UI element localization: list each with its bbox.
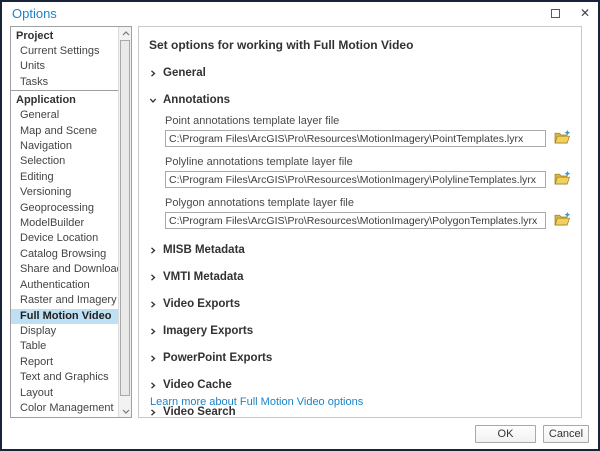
footer-buttons: OK Cancel [475, 425, 589, 443]
sidebar-item-tasks[interactable]: Tasks [11, 75, 118, 90]
sidebar-item-bim[interactable]: BIM [11, 416, 118, 417]
section-label: Imagery Exports [163, 325, 253, 337]
section-header-vmti-metadata[interactable]: VMTI Metadata [149, 271, 571, 283]
section-header-annotations[interactable]: Annotations [149, 94, 571, 106]
scroll-up-icon[interactable] [119, 27, 132, 39]
field-label-point-annotations-template-layer-file: Point annotations template layer file [165, 115, 571, 127]
sidebar-item-editing[interactable]: Editing [11, 170, 118, 185]
sections: General Annotations Point annotations temp… [149, 67, 571, 418]
sidebar-item-current-settings[interactable]: Current Settings [11, 44, 118, 59]
folder-open-icon [554, 212, 571, 229]
sidebar-item-share-and-download[interactable]: Share and Download [11, 262, 118, 277]
sidebar-item-map-and-scene[interactable]: Map and Scene [11, 124, 118, 139]
path-input-point-annotations-template-layer-file[interactable] [165, 130, 546, 147]
sidebar-item-units[interactable]: Units [11, 59, 118, 74]
section-header-general[interactable]: General [149, 67, 571, 79]
cancel-button[interactable]: Cancel [543, 425, 589, 443]
path-input-polyline-annotations-template-layer-file[interactable] [165, 171, 546, 188]
section-label: General [163, 67, 206, 79]
learn-more-link[interactable]: Learn more about Full Motion Video optio… [150, 396, 363, 408]
folder-open-icon [554, 130, 571, 147]
sidebar-group-header-application: Application [11, 90, 118, 108]
chevron-right-icon [149, 246, 157, 255]
chevron-right-icon [149, 273, 157, 282]
maximize-button[interactable] [548, 6, 562, 20]
field-row-polygon-annotations-template-layer-file [165, 212, 571, 229]
options-dialog: Options ✕ ProjectCurrent SettingsUnitsTa… [0, 0, 600, 451]
sidebar-item-modelbuilder[interactable]: ModelBuilder [11, 216, 118, 231]
sidebar-item-authentication[interactable]: Authentication [11, 278, 118, 293]
sidebar-group-header-project: Project [11, 27, 118, 44]
section-label: PowerPoint Exports [163, 352, 272, 364]
field-row-point-annotations-template-layer-file [165, 130, 571, 147]
path-input-polygon-annotations-template-layer-file[interactable] [165, 212, 546, 229]
section-label: Video Cache [163, 379, 232, 391]
title-bar: Options ✕ [2, 2, 598, 25]
chevron-right-icon [149, 69, 157, 78]
section-header-misb-metadata[interactable]: MISB Metadata [149, 244, 571, 256]
window-title: Options [12, 6, 57, 21]
section-header-powerpoint-exports[interactable]: PowerPoint Exports [149, 352, 571, 364]
close-button[interactable]: ✕ [578, 6, 592, 20]
maximize-icon [551, 9, 560, 18]
browse-button-polygon-annotations-template-layer-file[interactable] [553, 213, 571, 229]
scrollbar-thumb[interactable] [120, 40, 130, 396]
scroll-down-icon[interactable] [119, 405, 132, 417]
chevron-right-icon [149, 381, 157, 390]
sidebar-item-navigation[interactable]: Navigation [11, 139, 118, 154]
sidebar-item-layout[interactable]: Layout [11, 386, 118, 401]
ok-button[interactable]: OK [475, 425, 536, 443]
sidebar-list: ProjectCurrent SettingsUnitsTasksApplica… [11, 27, 118, 417]
sidebar-item-raster-and-imagery[interactable]: Raster and Imagery [11, 293, 118, 308]
sidebar-item-full-motion-video[interactable]: Full Motion Video [11, 309, 118, 324]
section-header-imagery-exports[interactable]: Imagery Exports [149, 325, 571, 337]
sidebar-item-general[interactable]: General [11, 108, 118, 123]
options-sidebar: ProjectCurrent SettingsUnitsTasksApplica… [10, 26, 132, 418]
sidebar-item-versioning[interactable]: Versioning [11, 185, 118, 200]
section-label: MISB Metadata [163, 244, 245, 256]
chevron-right-icon [149, 408, 157, 417]
annotation-fields: Point annotations template layer file Pol… [165, 115, 571, 229]
page-title: Set options for working with Full Motion… [149, 38, 571, 52]
sidebar-item-catalog-browsing[interactable]: Catalog Browsing [11, 247, 118, 262]
chevron-right-icon [149, 327, 157, 336]
section-label: VMTI Metadata [163, 271, 244, 283]
browse-button-point-annotations-template-layer-file[interactable] [553, 131, 571, 147]
sidebar-item-color-management[interactable]: Color Management [11, 401, 118, 416]
sidebar-item-selection[interactable]: Selection [11, 154, 118, 169]
close-icon: ✕ [580, 7, 590, 19]
browse-button-polyline-annotations-template-layer-file[interactable] [553, 172, 571, 188]
section-header-video-exports[interactable]: Video Exports [149, 298, 571, 310]
sidebar-item-device-location[interactable]: Device Location [11, 231, 118, 246]
options-main-panel: Set options for working with Full Motion… [138, 26, 582, 418]
sidebar-item-display[interactable]: Display [11, 324, 118, 339]
field-row-polyline-annotations-template-layer-file [165, 171, 571, 188]
section-label: Video Exports [163, 298, 240, 310]
folder-open-icon [554, 171, 571, 188]
sidebar-item-report[interactable]: Report [11, 355, 118, 370]
sidebar-scrollbar[interactable] [118, 27, 131, 417]
chevron-right-icon [149, 354, 157, 363]
sidebar-item-text-and-graphics[interactable]: Text and Graphics [11, 370, 118, 385]
sidebar-item-table[interactable]: Table [11, 339, 118, 354]
chevron-down-icon [149, 96, 157, 105]
field-label-polyline-annotations-template-layer-file: Polyline annotations template layer file [165, 156, 571, 168]
section-label: Annotations [163, 94, 230, 106]
chevron-right-icon [149, 300, 157, 309]
section-header-video-cache[interactable]: Video Cache [149, 379, 571, 391]
field-label-polygon-annotations-template-layer-file: Polygon annotations template layer file [165, 197, 571, 209]
sidebar-item-geoprocessing[interactable]: Geoprocessing [11, 201, 118, 216]
